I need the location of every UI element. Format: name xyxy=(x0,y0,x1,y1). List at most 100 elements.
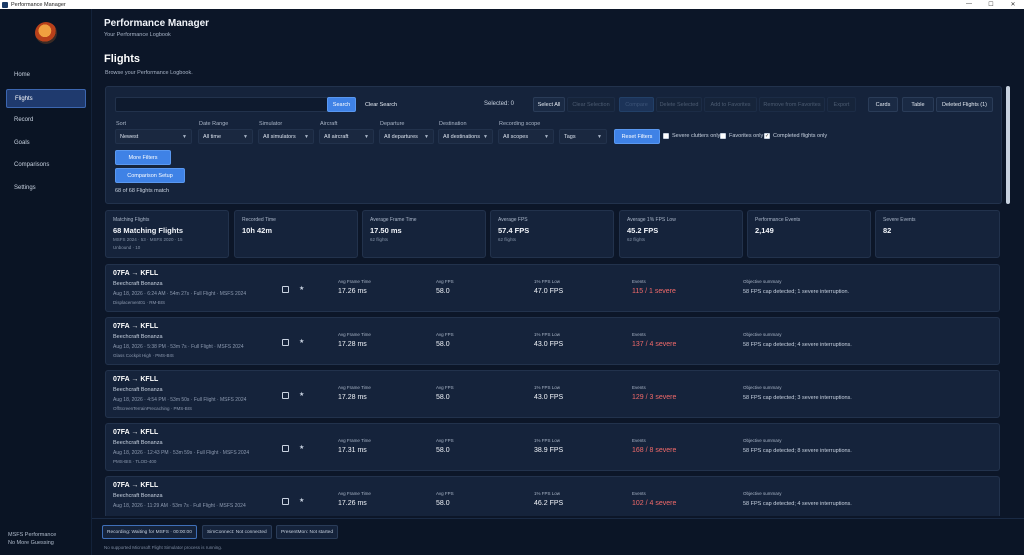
metric-label: 1% FPS Low xyxy=(534,438,561,443)
flight-select-checkbox[interactable] xyxy=(282,498,289,505)
clear-selection-button[interactable]: Clear Selection xyxy=(567,97,615,112)
stat-label: Matching Flights xyxy=(113,217,150,223)
metric-frame-time: Avg Frame Time 17.26 ms xyxy=(338,279,371,295)
sidebar-item-settings[interactable]: Settings xyxy=(6,179,86,198)
metric-value: 58.0 xyxy=(436,341,450,348)
app-icon xyxy=(2,1,8,8)
sidebar-item-home[interactable]: Home xyxy=(6,66,86,85)
page-title: Flights xyxy=(104,53,141,65)
sidebar-item-comparisons[interactable]: Comparisons xyxy=(6,156,86,175)
flight-card[interactable]: 07FA → KFLL Beechcraft Bonanza Aug 18, 2… xyxy=(105,317,1000,365)
recording-scope-select[interactable]: All scopes ▼ xyxy=(498,129,554,144)
metric-label: Objective summary xyxy=(743,491,782,496)
metric-value: 58.0 xyxy=(436,500,450,507)
metric-frame-time: Avg Frame Time 17.28 ms xyxy=(338,332,371,348)
metric-fps: Avg FPS 58.0 xyxy=(436,438,454,454)
table-view-button[interactable]: Table xyxy=(902,97,934,112)
select-all-button[interactable]: Select All xyxy=(533,97,565,112)
remove-favorites-button[interactable]: Remove from Favorites xyxy=(759,97,825,112)
metric-value: 43.0 FPS xyxy=(534,394,564,401)
stat-card-one-percent-low: Average 1% FPS Low 45.2 FPS 62 flights xyxy=(619,210,743,258)
favorite-star-icon[interactable]: ★ xyxy=(299,497,304,504)
sidebar-item-goals[interactable]: Goals xyxy=(6,134,86,153)
stat-sub: 62 flights xyxy=(627,237,646,242)
flight-card[interactable]: 07FA → KFLL Beechcraft Bonanza Aug 18, 2… xyxy=(105,423,1000,471)
reset-filters-button[interactable]: Reset Filters xyxy=(614,129,660,144)
sidebar-item-flights[interactable]: Flights xyxy=(6,88,86,108)
sort-select[interactable]: Newest ▼ xyxy=(115,129,192,144)
delete-selected-button[interactable]: Delete Selected xyxy=(656,97,702,112)
search-input[interactable] xyxy=(115,97,328,112)
favorite-star-icon[interactable]: ★ xyxy=(299,444,304,451)
destination-select[interactable]: All destinations ▼ xyxy=(438,129,493,144)
compare-button[interactable]: Compare xyxy=(619,97,654,112)
metric-summary: Objective summary 58 FPS cap detected; 3 … xyxy=(743,385,852,401)
metric-value: 58.0 xyxy=(436,447,450,454)
cards-view-button[interactable]: Cards xyxy=(868,97,898,112)
flight-select-checkbox[interactable] xyxy=(282,445,289,452)
departure-select[interactable]: All departures ▼ xyxy=(379,129,434,144)
chevron-down-icon: ▼ xyxy=(182,134,187,140)
favorites-only-checkbox[interactable]: Favorites only xyxy=(720,133,763,139)
completed-only-checkbox[interactable]: ✓ Completed flights only xyxy=(764,133,827,139)
search-button[interactable]: Search xyxy=(327,97,356,112)
summary-text: 58 FPS cap detected; 1 severe interrupti… xyxy=(743,289,850,295)
tags-select[interactable]: Tags ▼ xyxy=(559,129,607,144)
metric-low: 1% FPS Low 46.2 FPS xyxy=(534,491,563,507)
stat-sub: 62 flights xyxy=(370,237,389,242)
severe-only-label: Severe clutters only xyxy=(672,133,721,139)
recording-scope-label: Recording scope xyxy=(499,121,541,127)
maximize-icon[interactable]: ☐ xyxy=(980,1,1002,8)
metric-value: 137 / 4 severe xyxy=(632,341,677,348)
sidebar-item-record[interactable]: Record xyxy=(6,111,86,130)
date-range-label: Date Range xyxy=(199,121,229,127)
chevron-down-icon: ▼ xyxy=(304,134,309,140)
favorite-star-icon[interactable]: ★ xyxy=(299,285,304,292)
metric-frame-time: Avg Frame Time 17.26 ms xyxy=(338,491,371,507)
add-favorites-button[interactable]: Add to Favorites xyxy=(704,97,757,112)
stat-value: 2,149 xyxy=(755,226,774,235)
flight-card[interactable]: 07FA → KFLL Beechcraft Bonanza Aug 18, 2… xyxy=(105,370,1000,418)
simulator-select[interactable]: All simulators ▼ xyxy=(258,129,314,144)
metric-value: 17.26 ms xyxy=(338,500,367,507)
flight-meta: Aug 18, 2026 · 6:24 AM · 54m 27s · Full … xyxy=(113,291,247,297)
metric-low: 1% FPS Low 47.0 FPS xyxy=(534,279,563,295)
sidebar-footer: MSFS Performance No More Guessing xyxy=(8,531,56,547)
metric-label: Avg FPS xyxy=(436,491,454,496)
stat-value: 45.2 FPS xyxy=(627,226,659,235)
favorite-star-icon[interactable]: ★ xyxy=(299,391,304,398)
stat-value: 10h 42m xyxy=(242,226,273,235)
stat-label: Average FPS xyxy=(498,217,528,223)
minimize-icon[interactable]: — xyxy=(958,1,980,8)
comparison-setup-button[interactable]: Comparison Setup xyxy=(115,168,185,183)
metric-label: Avg FPS xyxy=(436,385,454,390)
flight-card[interactable]: 07FA → KFLL Beechcraft Bonanza Aug 18, 2… xyxy=(105,476,1000,516)
metric-value: 58.0 xyxy=(436,394,450,401)
close-icon[interactable]: ✕ xyxy=(1002,1,1024,8)
aircraft-select[interactable]: All aircraft ▼ xyxy=(319,129,374,144)
metric-events: Events 137 / 4 severe xyxy=(632,332,676,348)
severe-only-checkbox[interactable]: Severe clutters only xyxy=(663,133,720,139)
scrollbar-thumb[interactable] xyxy=(1006,86,1010,204)
more-filters-button[interactable]: More Filters xyxy=(115,150,171,165)
match-count: 68 of 68 Flights match xyxy=(115,188,170,194)
metric-value: 17.31 ms xyxy=(338,447,367,454)
date-range-select[interactable]: All time ▼ xyxy=(198,129,253,144)
window-title: Performance Manager xyxy=(11,1,66,8)
flight-select-checkbox[interactable] xyxy=(282,339,289,346)
flight-card[interactable]: 07FA → KFLL Beechcraft Bonanza Aug 18, 2… xyxy=(105,264,1000,312)
flight-route: 07FA → KFLL xyxy=(113,376,159,383)
chevron-down-icon: ▼ xyxy=(544,134,549,140)
metric-label: Avg FPS xyxy=(436,332,454,337)
export-button[interactable]: Export xyxy=(827,97,856,112)
metric-value: 43.0 FPS xyxy=(534,341,564,348)
deleted-flights-button[interactable]: Deleted Flights (1) xyxy=(936,97,993,112)
metric-label: Objective summary xyxy=(743,279,782,284)
metric-label: Events xyxy=(632,279,646,284)
flight-route: 07FA → KFLL xyxy=(113,270,159,277)
flight-select-checkbox[interactable] xyxy=(282,392,289,399)
metric-fps: Avg FPS 58.0 xyxy=(436,279,454,295)
favorite-star-icon[interactable]: ★ xyxy=(299,338,304,345)
clear-search-button[interactable]: Clear Search xyxy=(360,97,402,112)
flight-select-checkbox[interactable] xyxy=(282,286,289,293)
